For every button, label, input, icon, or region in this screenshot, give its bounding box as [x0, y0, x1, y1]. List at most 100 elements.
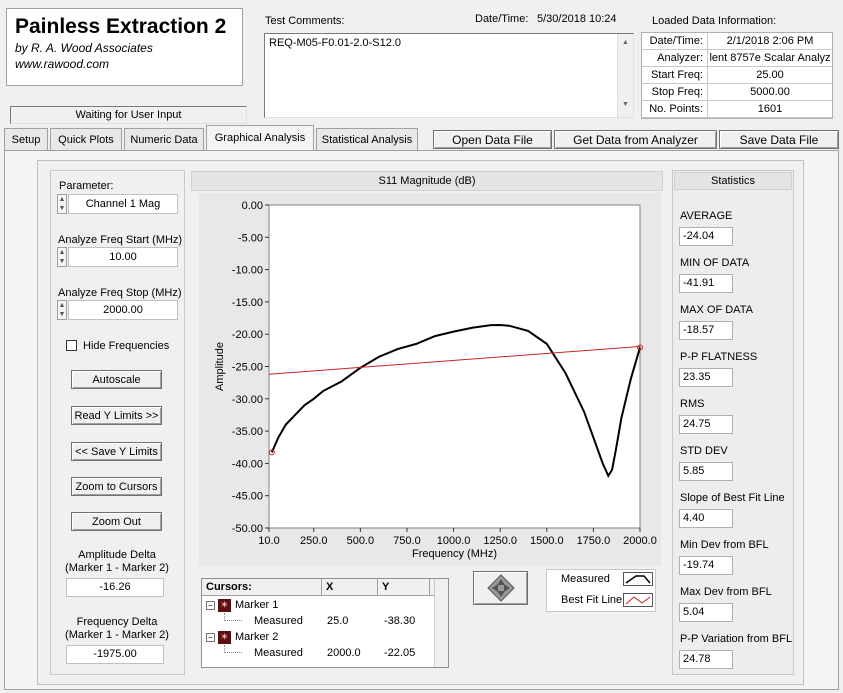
tab-statistical-analysis[interactable]: Statistical Analysis: [316, 128, 418, 150]
loaded-info-row: Analyzer: lent 8757e Scalar Analyz: [642, 50, 832, 67]
zoom-to-cursors-button[interactable]: Zoom to Cursors: [71, 477, 162, 496]
x-tick-label: 500.0: [347, 535, 375, 547]
get-data-analyzer-button[interactable]: Get Data from Analyzer: [554, 130, 717, 149]
cursor-plot-name: Measured: [254, 615, 303, 627]
y-tick-label: -5.00: [238, 232, 263, 244]
cursor-header-x: X: [322, 579, 378, 595]
stat-label: MIN OF DATA: [680, 257, 750, 269]
comments-scrollbar[interactable]: ▲ ▼: [617, 34, 633, 117]
loaded-info-value: lent 8757e Scalar Analyz: [709, 52, 831, 64]
loaded-info-value: 5000.00: [750, 86, 790, 98]
loaded-info-key: Analyzer:: [642, 50, 708, 66]
statistics-title: Statistics: [674, 172, 792, 190]
zoom-out-button[interactable]: Zoom Out: [71, 512, 162, 531]
cursor-x-value: 25.0: [327, 615, 349, 627]
tab-quick-plots[interactable]: Quick Plots: [50, 128, 122, 150]
s11-chart[interactable]: 0.00 -5.00 -10.00 -15.00 -20.00 -25.00 -30.00 -…: [199, 193, 661, 566]
y-tick-label: -35.00: [232, 426, 263, 438]
parameter-select[interactable]: Channel 1 Mag: [68, 194, 178, 214]
cursor-table: Cursors: X Y − ✶ Marker 1 Measured 25.0 -38.3…: [201, 578, 449, 668]
freq-delta-label: Frequency Delta (Marker 1 - Marker 2): [65, 616, 169, 641]
loaded-info-key: Start Freq:: [642, 67, 708, 83]
loaded-info-value: 25.00: [756, 69, 784, 81]
loaded-info-row: Start Freq: 25.00: [642, 67, 832, 84]
status-field: Waiting for User Input: [10, 106, 247, 124]
amp-delta-value: -16.26: [66, 578, 164, 597]
y-tick-label: -20.00: [232, 329, 263, 341]
y-tick-label: 0.00: [242, 200, 263, 212]
hide-frequencies-checkbox[interactable]: [66, 340, 77, 351]
parameter-spinner[interactable]: ▲ ▼: [57, 194, 67, 214]
comments-textarea[interactable]: REQ-M05-F0.01-2.0-S12.0 ▲ ▼: [264, 33, 634, 118]
hide-frequencies-label: Hide Frequencies: [83, 340, 170, 352]
y-tick-label: -50.00: [232, 523, 263, 535]
logo-panel: Painless Extraction 2 by R. A. Wood Asso…: [6, 8, 243, 86]
freq-start-spinner[interactable]: ▲ ▼: [57, 247, 67, 267]
read-y-limits-button[interactable]: Read Y Limits >>: [71, 406, 162, 425]
freq-stop-spinner[interactable]: ▲ ▼: [57, 300, 67, 320]
stat-label: Min Dev from BFL: [680, 539, 769, 551]
y-tick-label: -40.00: [232, 458, 263, 470]
cursor-measure-row[interactable]: Measured 2000.0 -22.05: [202, 645, 432, 661]
x-tick-label: 1500.0: [530, 535, 564, 547]
loaded-info-key: Stop Freq:: [642, 84, 708, 100]
freq-stop-label: Analyze Freq Stop (MHz): [58, 287, 182, 299]
open-data-file-button[interactable]: Open Data File: [433, 130, 552, 149]
y-tick-label: -25.00: [232, 362, 263, 374]
loaded-info-table: Date/Time: 2/1/2018 2:06 PM Analyzer: lent …: [641, 32, 833, 119]
collapse-icon[interactable]: −: [206, 600, 215, 610]
freq-start-input[interactable]: 10.00: [68, 247, 178, 267]
tab-setup[interactable]: Setup: [4, 128, 48, 150]
tree-connector: [224, 645, 242, 653]
save-y-limits-button[interactable]: << Save Y Limits: [71, 442, 162, 461]
loaded-info-key: Date/Time:: [642, 33, 708, 49]
cursor-header-y: Y: [378, 579, 430, 595]
cursor-header-name: Cursors:: [202, 579, 322, 595]
comments-label: Test Comments:: [265, 15, 345, 27]
x-tick-label: 1000.0: [437, 535, 471, 547]
loaded-info-value: 1601: [757, 103, 783, 115]
cursor-marker-row[interactable]: − ✶ Marker 1: [206, 597, 278, 613]
y-tick-label: -10.00: [232, 265, 263, 277]
stat-label: Max Dev from BFL: [680, 586, 772, 598]
x-tick-label: 750.0: [393, 535, 421, 547]
stat-label: Slope of Best Fit Line: [680, 492, 785, 504]
tree-connector: [224, 613, 242, 621]
freq-stop-input[interactable]: 2000.00: [68, 300, 178, 320]
cursor-move-pad[interactable]: [473, 571, 528, 605]
stat-label: P-P Variation from BFL: [680, 633, 793, 645]
plot-area: [268, 204, 641, 529]
cursor-table-scrollbar[interactable]: [434, 579, 448, 667]
move-arrows-icon: [486, 574, 515, 602]
cursor-marker-row[interactable]: − ✶ Marker 2: [206, 629, 278, 645]
loaded-info-key: No. Points:: [642, 101, 708, 117]
stat-value: 24.75: [679, 415, 733, 434]
collapse-icon[interactable]: −: [206, 632, 215, 642]
datetime-label: Date/Time:: [475, 13, 529, 25]
x-tick-label: 2000.0: [623, 535, 657, 547]
stat-label: P-P FLATNESS: [680, 351, 758, 363]
tab-graphical-analysis[interactable]: Graphical Analysis: [206, 125, 314, 150]
tab-numeric-data[interactable]: Numeric Data: [124, 128, 204, 150]
marker-icon: ✶: [218, 630, 231, 644]
company-name: by R. A. Wood Associates: [15, 41, 153, 55]
legend-measured-swatch[interactable]: [623, 572, 653, 586]
freq-delta-value: -1975.00: [66, 645, 164, 664]
save-data-file-button[interactable]: Save Data File: [719, 130, 839, 149]
autoscale-button[interactable]: Autoscale: [71, 370, 162, 389]
stat-value: 4.40: [679, 509, 733, 528]
website-link[interactable]: www.rawood.com: [15, 57, 109, 71]
parameter-label: Parameter:: [59, 180, 114, 192]
stat-label: MAX OF DATA: [680, 304, 753, 316]
app-title: Painless Extraction 2: [15, 15, 227, 38]
stat-label: AVERAGE: [680, 210, 733, 222]
cursor-x-value: 2000.0: [327, 647, 361, 659]
loaded-info-row: No. Points: 1601: [642, 101, 832, 118]
legend-bestfit-label: Best Fit Line: [561, 594, 623, 606]
cursor-y-value: -22.05: [384, 647, 416, 659]
chart-title-bar: S11 Magnitude (dB): [191, 171, 663, 191]
legend-bestfit-swatch[interactable]: [623, 593, 653, 607]
chart-legend: Measured Best Fit Line: [546, 569, 656, 612]
stat-label: RMS: [680, 398, 705, 410]
cursor-measure-row[interactable]: Measured 25.0 -38.30: [202, 613, 432, 629]
